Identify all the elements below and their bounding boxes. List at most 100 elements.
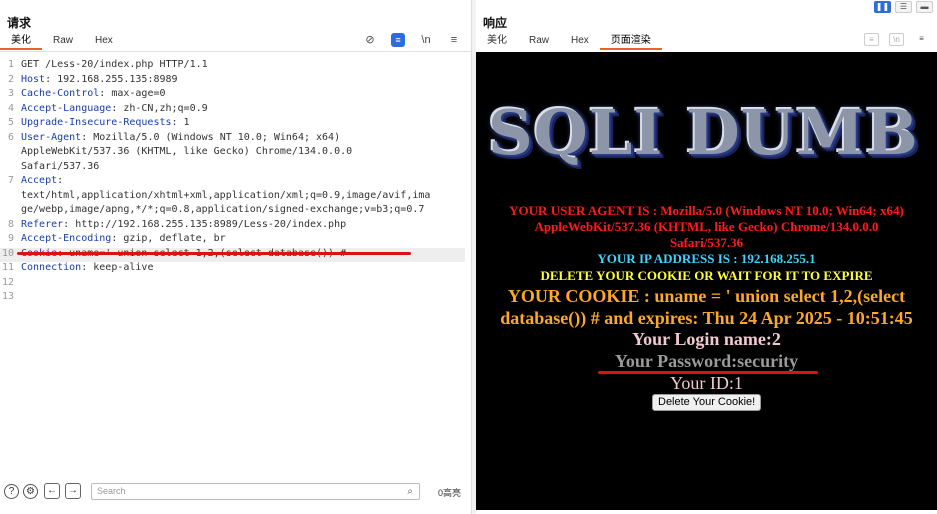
- header-value: : max-age=0: [99, 88, 166, 99]
- cookie-line-2: database()) # and expires: Thu 24 Apr 20…: [500, 308, 913, 328]
- code-line: 2 Host: 192.168.255.135:8989: [0, 74, 465, 89]
- search-placeholder: Search: [97, 486, 126, 496]
- code-line: Safari/537.36: [0, 161, 465, 176]
- line-number: 10: [1, 247, 14, 259]
- response-pane: ❚❚ ☰ ▬ 响应 美化 Raw Hex 页面渲染 ≡ \n ≡ SQLI DU…: [476, 0, 937, 514]
- response-tab-raw[interactable]: Raw: [518, 34, 560, 50]
- code-text: Upgrade-Insecure-Requests: 1: [21, 117, 190, 128]
- code-text: Accept-Language: zh-CN,zh;q=0.9: [21, 103, 208, 114]
- header-value: : gzip, deflate, br: [111, 233, 226, 244]
- response-toolbar: ≡ \n ≡: [864, 33, 929, 46]
- line-number: 6: [7, 131, 14, 143]
- menu-icon[interactable]: ≡: [447, 33, 461, 47]
- line-number: 9: [7, 233, 14, 244]
- code-text: GET /Less-20/index.php HTTP/1.1: [21, 59, 208, 70]
- sqli-dumb-logo: SQLI DUMB: [488, 96, 919, 169]
- hide-eye-icon[interactable]: ⊘: [363, 33, 377, 47]
- code-text: Cache-Control: max-age=0: [21, 88, 166, 99]
- code-line: 8 Referer: http://192.168.255.135:8989/Le…: [0, 219, 465, 234]
- code-text: User-Agent: Mozilla/5.0 (Windows NT 10.0…: [21, 132, 340, 143]
- response-tab-pretty[interactable]: 美化: [476, 34, 518, 50]
- match-count: 0高亮: [438, 488, 462, 498]
- user-agent-line-3: Safari/537.36: [669, 235, 744, 250]
- header-value: : http://192.168.255.135:8989/Less-20/in…: [63, 218, 347, 230]
- code-line: AppleWebKit/537.36 (KHTML, like Gecko) C…: [0, 146, 465, 161]
- code-line: 5 Upgrade-Insecure-Requests: 1: [0, 117, 465, 132]
- code-line: 7 Accept:: [0, 175, 465, 190]
- header-key: Accept-Language: [21, 102, 112, 114]
- layout-toggle: ❚❚ ☰ ▬: [874, 1, 933, 13]
- line-number: 8: [7, 218, 14, 230]
- code-line: 6 User-Agent: Mozilla/5.0 (Windows NT 10.…: [0, 132, 465, 147]
- layout-tabs-icon[interactable]: ▬: [916, 1, 933, 13]
- code-text: Referer: http://192.168.255.135:8989/Les…: [21, 219, 346, 230]
- header-key: Cache-Control: [21, 88, 100, 99]
- line-number: 2: [7, 73, 14, 85]
- code-text: Connection: keep-alive: [21, 262, 153, 273]
- user-agent-line-2: AppleWebKit/537.36 (KHTML, like Gecko) C…: [534, 219, 879, 234]
- search-input[interactable]: Search ⌕: [91, 483, 420, 500]
- newline-icon[interactable]: \n: [419, 33, 433, 47]
- code-line: 12: [0, 277, 465, 292]
- header-value: : keep-alive: [81, 262, 154, 273]
- request-tabs: 美化 Raw Hex: [0, 34, 124, 52]
- line-number: 3: [7, 88, 14, 99]
- header-value: : 192.168.255.135:8989: [45, 73, 178, 85]
- header-value: AppleWebKit/537.36 (KHTML, like Gecko) C…: [21, 146, 353, 157]
- newline-icon[interactable]: \n: [889, 33, 904, 46]
- line-number: 12: [1, 276, 14, 288]
- search-icon[interactable]: ⌕: [407, 484, 413, 499]
- code-text: text/html,application/xhtml+xml,applicat…: [21, 190, 430, 201]
- search-bar: ? ⚙ ← → Search ⌕ 0高亮: [0, 478, 471, 504]
- ip-address-line: YOUR IP ADDRESS IS : 192.168.255.1: [597, 251, 816, 266]
- code-text: Accept:: [21, 175, 63, 186]
- cookie-line-1: YOUR COOKIE : uname = ' union select 1,2…: [507, 286, 906, 306]
- code-line: 9 Accept-Encoding: gzip, deflate, br: [0, 233, 465, 248]
- header-key: User-Agent: [21, 131, 82, 143]
- forward-arrow-icon[interactable]: →: [65, 483, 81, 499]
- code-line: ge/webp,image/apng,*/*;q=0.8,application…: [0, 204, 465, 219]
- response-title: 响应: [483, 16, 508, 30]
- line-number: 7: [7, 175, 14, 186]
- line-number: 1: [7, 59, 14, 70]
- line-number: 13: [1, 291, 14, 302]
- request-editor[interactable]: 1 GET /Less-20/index.php HTTP/1.1 2 Host: 1…: [0, 53, 471, 473]
- header-key: Upgrade-Insecure-Requests: [21, 117, 172, 128]
- code-line: 11 Connection: keep-alive: [0, 262, 465, 277]
- header-value: : 1: [171, 117, 190, 128]
- settings-gear-icon[interactable]: ⚙: [23, 484, 38, 499]
- response-tabs: 美化 Raw Hex 页面渲染: [476, 34, 662, 52]
- cookie-annotation-underline: [17, 252, 411, 255]
- request-tab-pretty[interactable]: 美化: [0, 34, 42, 50]
- help-icon[interactable]: ?: [4, 484, 19, 499]
- user-agent-line-1: YOUR USER AGENT IS : Mozilla/5.0 (Window…: [509, 203, 904, 218]
- header-value: : Mozilla/5.0 (Windows NT 10.0; Win64; x…: [81, 131, 341, 143]
- header-key: Accept: [21, 175, 58, 186]
- code-text: ge/webp,image/apng,*/*;q=0.8,application…: [21, 204, 424, 215]
- code-text: Accept-Encoding: gzip, deflate, br: [21, 233, 226, 244]
- pretty-print-icon[interactable]: ≡: [864, 33, 879, 46]
- header-key: Host: [21, 73, 46, 85]
- layout-split-icon[interactable]: ❚❚: [874, 1, 891, 13]
- code-text: Safari/537.36: [21, 161, 99, 172]
- password-line: Your Password:security: [614, 351, 799, 371]
- request-tab-raw[interactable]: Raw: [42, 34, 84, 50]
- menu-icon[interactable]: ≡: [914, 33, 929, 46]
- response-tab-render[interactable]: 页面渲染: [599, 34, 662, 50]
- header-key: Referer: [21, 218, 64, 230]
- tabs-divider: [0, 51, 471, 52]
- request-tab-hex[interactable]: Hex: [84, 34, 124, 50]
- pretty-print-icon[interactable]: ≡: [391, 33, 405, 47]
- rendered-page: SQLI DUMB YOUR USER AGENT IS : Mozilla/5…: [476, 52, 937, 510]
- delete-cookie-button[interactable]: Delete Your Cookie!: [652, 394, 762, 411]
- code-line: 3 Cache-Control: max-age=0: [0, 88, 465, 103]
- request-pane: 请求 美化 Raw Hex ⊘ ≡ \n ≡ 1 GET /Less-20/ind…: [0, 0, 471, 514]
- line-number: 4: [7, 102, 14, 114]
- user-id-line: Your ID:1: [670, 373, 743, 393]
- back-arrow-icon[interactable]: ←: [44, 483, 60, 499]
- header-value: GET /Less-20/index.php HTTP/1.1: [21, 59, 208, 70]
- response-tab-hex[interactable]: Hex: [560, 34, 600, 50]
- request-toolbar: ⊘ ≡ \n ≡: [363, 33, 461, 47]
- layout-horizontal-icon[interactable]: ☰: [895, 1, 912, 13]
- line-number: 5: [7, 117, 14, 128]
